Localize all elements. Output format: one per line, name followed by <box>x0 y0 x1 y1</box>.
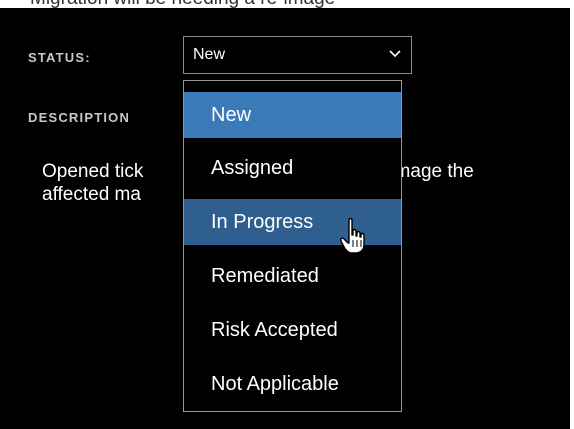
status-option-label: Not Applicable <box>211 373 339 395</box>
status-option-label: In Progress <box>211 211 314 233</box>
status-option-risk-accepted[interactable]: Risk Accepted <box>184 307 401 353</box>
description-line1-left: Opened tick <box>42 161 144 182</box>
status-option-remediated[interactable]: Remediated <box>184 253 401 299</box>
status-option-label: New <box>211 104 252 126</box>
status-label: STATUS: <box>28 50 91 65</box>
status-option-new[interactable]: New <box>184 92 401 138</box>
status-option-not-applicable[interactable]: Not Applicable <box>184 361 401 407</box>
description-line2-left: affected ma <box>42 184 141 205</box>
status-option-label: Risk Accepted <box>211 319 338 341</box>
top-partial-strip: Migration will be needing a re-image <box>0 0 574 8</box>
screenshot-frame: Migration will be needing a re-image STA… <box>0 0 574 429</box>
description-label: DESCRIPTION <box>28 110 131 125</box>
status-option-label: Assigned <box>211 157 294 179</box>
status-option-label: Remediated <box>211 265 319 287</box>
ticket-panel: STATUS: New DESCRIPTION Opened tick -ima… <box>0 8 570 429</box>
top-partial-text: Migration will be needing a re-image <box>30 0 335 8</box>
status-option-assigned[interactable]: Assigned <box>184 145 401 191</box>
status-select-value: New <box>193 46 226 63</box>
hand-pointer-icon <box>340 217 365 254</box>
chevron-down-icon <box>389 50 401 58</box>
status-select[interactable]: New <box>183 36 412 74</box>
